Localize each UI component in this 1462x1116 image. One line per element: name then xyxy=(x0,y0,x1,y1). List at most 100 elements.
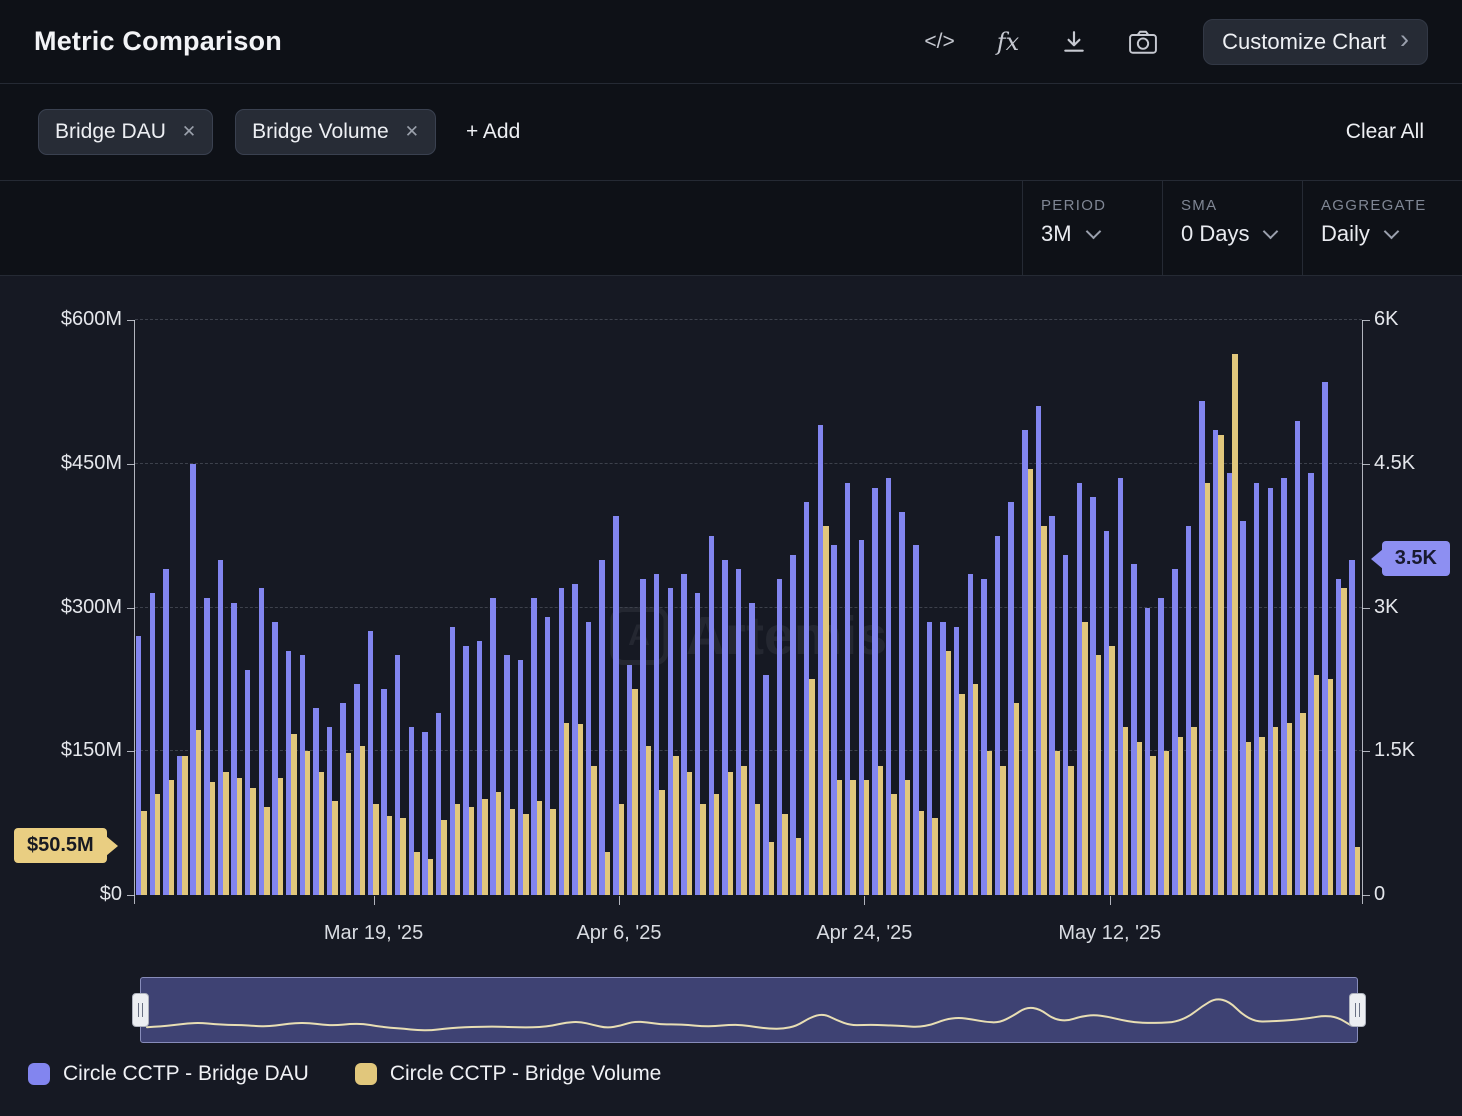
range-navigator[interactable] xyxy=(140,977,1358,1043)
volume-bar xyxy=(1259,737,1264,895)
volume-bar xyxy=(196,730,201,895)
aggregate-value: Daily xyxy=(1321,221,1370,247)
volume-bar xyxy=(959,694,964,895)
volume-bar xyxy=(182,756,187,895)
y-axis-right-line xyxy=(1362,320,1363,904)
chevron-down-icon xyxy=(1263,223,1279,239)
volume-bar xyxy=(1355,847,1360,895)
navigator-handle-right[interactable] xyxy=(1349,993,1366,1027)
chart-controls-row: PERIOD 3M SMA 0 Days AGGREGATE Daily xyxy=(0,181,1462,276)
volume-bar xyxy=(1341,588,1346,895)
volume-bar xyxy=(1082,622,1087,895)
period-dropdown[interactable]: PERIOD 3M xyxy=(1022,181,1162,275)
volume-bar xyxy=(1000,766,1005,895)
legend-item-bridge-dau[interactable]: Circle CCTP - Bridge DAU xyxy=(28,1062,309,1086)
volume-swatch-icon xyxy=(355,1063,377,1085)
y-axis-tick xyxy=(1362,608,1370,609)
clear-all-button[interactable]: Clear All xyxy=(1346,120,1424,144)
volume-bar xyxy=(1205,483,1210,895)
header-icon-group: </> fx xyxy=(924,28,1157,56)
chip-bridge-dau-label: Bridge DAU xyxy=(55,120,166,144)
volume-bar xyxy=(1232,354,1237,895)
volume-bar xyxy=(728,772,733,895)
volume-bar xyxy=(987,751,992,895)
volume-bar xyxy=(700,804,705,895)
plot-area[interactable]: A Artemis xyxy=(135,320,1362,895)
volume-bar xyxy=(537,801,542,895)
volume-bar xyxy=(864,780,869,895)
volume-bar xyxy=(632,689,637,895)
volume-bar xyxy=(1314,675,1319,895)
volume-bar xyxy=(1068,766,1073,895)
volume-bar xyxy=(605,852,610,895)
volume-bar xyxy=(823,526,828,895)
callout-arrow-right xyxy=(106,836,118,856)
camera-icon[interactable] xyxy=(1129,30,1157,54)
chip-bridge-volume[interactable]: Bridge Volume ✕ xyxy=(235,109,436,155)
y-axis-right-label: 3K xyxy=(1374,596,1398,619)
add-metric-button[interactable]: + Add xyxy=(466,120,520,144)
remove-chip-icon[interactable]: ✕ xyxy=(405,122,419,142)
volume-bar xyxy=(550,809,555,895)
period-label: PERIOD xyxy=(1041,197,1162,214)
volume-bar xyxy=(564,723,569,896)
customize-chart-button[interactable]: Customize Chart › xyxy=(1203,19,1428,65)
y-axis-tick xyxy=(1362,464,1370,465)
volume-bar xyxy=(769,842,774,895)
aggregate-dropdown[interactable]: AGGREGATE Daily xyxy=(1302,181,1462,275)
volume-bar xyxy=(223,772,228,895)
volume-bar xyxy=(878,766,883,895)
volume-bar xyxy=(1287,723,1292,896)
top-chrome: Metric Comparison </> fx Customize Chart… xyxy=(0,0,1462,276)
gridline xyxy=(135,319,1362,320)
volume-bar xyxy=(496,792,501,896)
volume-bar xyxy=(250,788,255,895)
sma-dropdown[interactable]: SMA 0 Days xyxy=(1162,181,1302,275)
volume-bar xyxy=(687,772,692,895)
volume-bar xyxy=(1055,751,1060,895)
volume-bar xyxy=(578,724,583,895)
x-axis-label: Apr 6, '25 xyxy=(534,922,704,945)
y-axis-right-label: 6K xyxy=(1374,308,1398,331)
volume-bar xyxy=(400,818,405,895)
x-axis-label: Mar 19, '25 xyxy=(289,922,459,945)
chip-bridge-dau[interactable]: Bridge DAU ✕ xyxy=(38,109,213,155)
dau-last-value-callout: 3.5K xyxy=(1382,541,1450,576)
page-title: Metric Comparison xyxy=(34,26,282,57)
volume-bar xyxy=(482,799,487,895)
volume-bar xyxy=(360,746,365,895)
header: Metric Comparison </> fx Customize Chart… xyxy=(0,0,1462,84)
sma-value: 0 Days xyxy=(1181,221,1249,247)
navigator-handle-left[interactable] xyxy=(132,993,149,1027)
x-axis-label: May 12, '25 xyxy=(1025,922,1195,945)
watermark-text: Artemis xyxy=(686,605,887,667)
aggregate-label: AGGREGATE xyxy=(1321,197,1462,214)
y-axis-tick xyxy=(1362,751,1370,752)
download-icon[interactable] xyxy=(1061,29,1087,55)
volume-bar xyxy=(1150,756,1155,895)
volume-bar xyxy=(714,794,719,895)
legend-item-bridge-volume[interactable]: Circle CCTP - Bridge Volume xyxy=(355,1062,662,1086)
volume-bar xyxy=(946,651,951,895)
metric-comparison-app: Metric Comparison </> fx Customize Chart… xyxy=(0,0,1462,1116)
volume-bar xyxy=(1273,727,1278,895)
volume-bar xyxy=(210,782,215,895)
volume-bar xyxy=(169,780,174,895)
x-axis-tick xyxy=(1110,896,1111,905)
volume-bar xyxy=(428,859,433,895)
volume-bar xyxy=(305,751,310,895)
y-axis-tick xyxy=(1362,320,1370,321)
volume-bar xyxy=(1096,655,1101,895)
embed-code-icon[interactable]: </> xyxy=(924,30,954,54)
volume-bar xyxy=(1137,742,1142,895)
volume-bar xyxy=(455,804,460,895)
volume-bar xyxy=(155,794,160,895)
callout-arrow-left xyxy=(1371,549,1383,569)
y-axis-left-label: $150M xyxy=(16,739,122,762)
volume-bar xyxy=(1218,435,1223,895)
volume-bar xyxy=(414,852,419,895)
remove-chip-icon[interactable]: ✕ xyxy=(182,122,196,142)
volume-bar xyxy=(441,820,446,895)
formula-icon[interactable]: fx xyxy=(997,28,1019,56)
y-axis-left-label: $0 xyxy=(16,883,122,906)
